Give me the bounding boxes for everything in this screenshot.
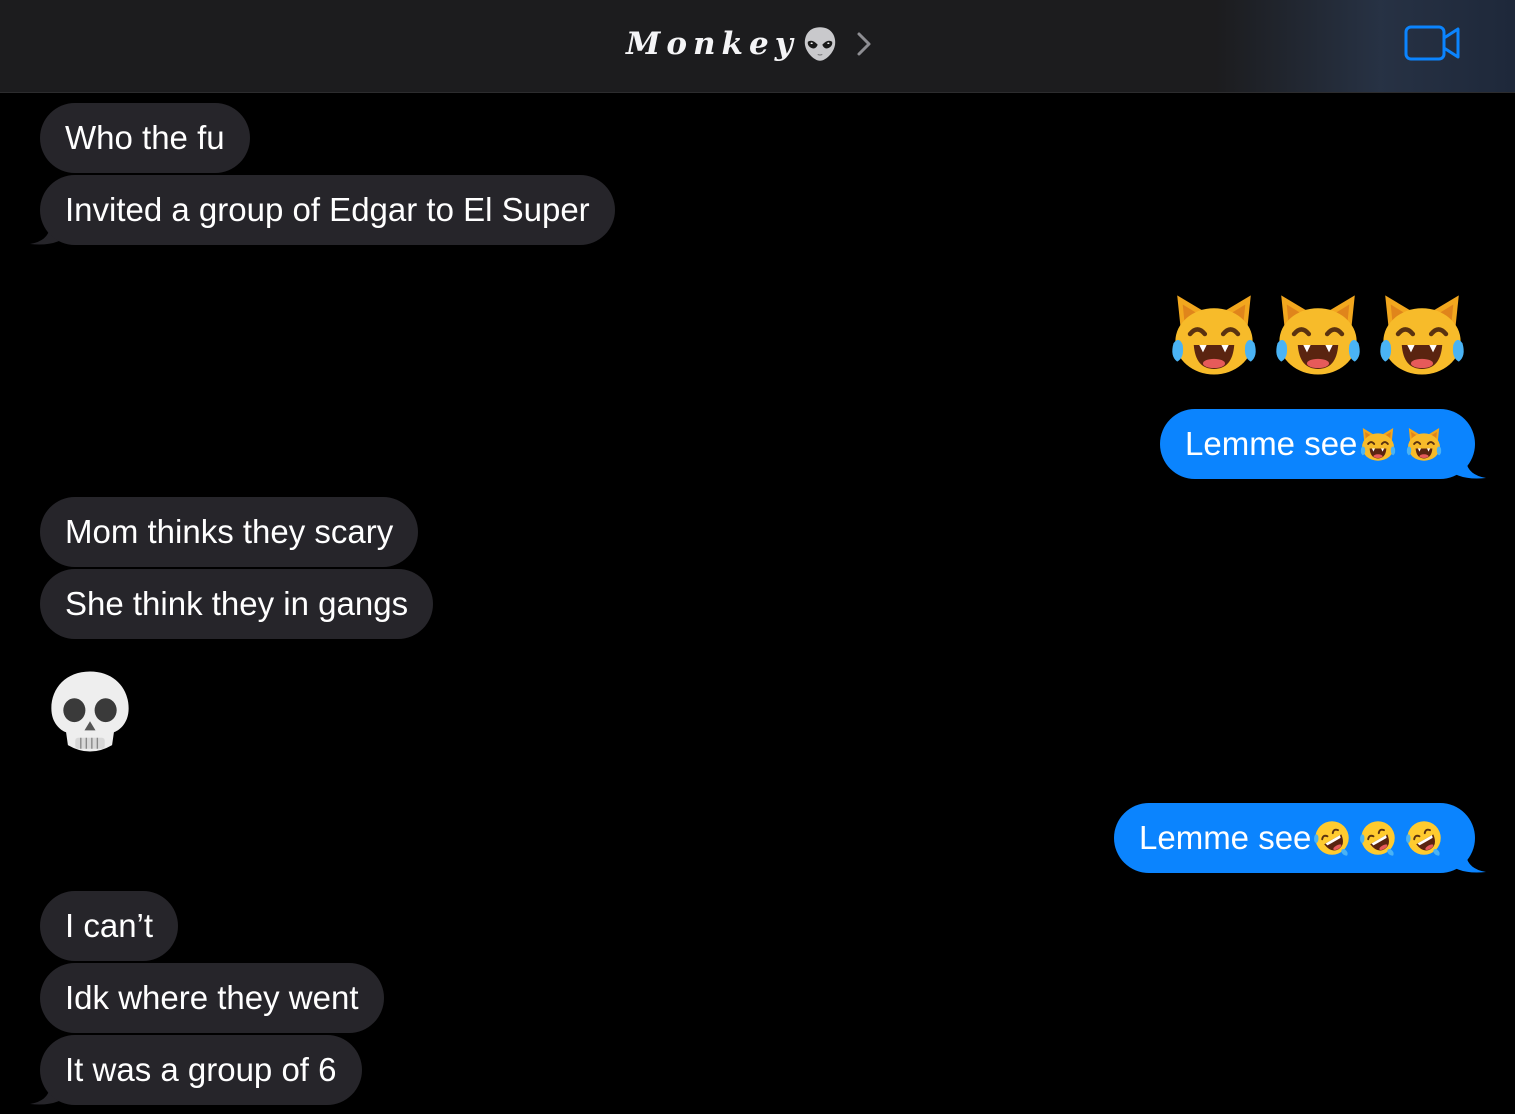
cat-tears-of-joy-emoji-icon [1376, 288, 1468, 380]
received-message-bubble[interactable]: Idk where they went [40, 963, 384, 1033]
received-message-bubble[interactable]: I can’t [40, 891, 179, 961]
cat-tears-of-joy-emoji-icon [1405, 425, 1443, 463]
cat-tears-of-joy-emoji-icon [1359, 425, 1397, 463]
alien-emoji-icon [801, 25, 839, 63]
contact-name-button[interactable]: Monkey [626, 22, 873, 66]
message-text: Who the fu [65, 119, 225, 156]
video-camera-icon[interactable] [1404, 24, 1462, 62]
message-text: She think they in gangs [65, 585, 409, 622]
sent-emoji-message[interactable] [1168, 288, 1473, 383]
message-text: I can’t [65, 907, 154, 944]
skull-emoji-icon[interactable] [44, 666, 136, 758]
rolling-on-floor-laughing-emoji-icon [1405, 819, 1443, 857]
conversation-header: Monkey [0, 0, 1515, 93]
message-text: Mom thinks they scary [65, 513, 394, 550]
cat-tears-of-joy-emoji-icon [1168, 288, 1260, 380]
message-text: Lemme see [1139, 819, 1312, 856]
received-message-bubble[interactable]: Mom thinks they scary [40, 497, 419, 567]
cat-tears-of-joy-emoji-icon [1272, 288, 1364, 380]
rolling-on-floor-laughing-emoji-icon [1313, 819, 1351, 857]
message-text: Invited a group of Edgar to El Super [65, 191, 590, 228]
chevron-right-icon [857, 32, 871, 56]
header-glow [1215, 0, 1515, 92]
rolling-on-floor-laughing-emoji-icon [1359, 819, 1397, 857]
message-text: It was a group of 6 [65, 1051, 337, 1088]
messages-screen: Monkey Who the fu Invited a group of Edg… [0, 0, 1515, 1114]
received-message-bubble[interactable]: Who the fu [40, 103, 250, 173]
contact-name: Monkey [626, 26, 799, 62]
received-message-bubble[interactable]: It was a group of 6 [40, 1035, 362, 1105]
sent-message-bubble[interactable]: Lemme see [1160, 409, 1475, 479]
message-text: Idk where they went [65, 979, 359, 1016]
received-message-bubble[interactable]: She think they in gangs [40, 569, 434, 639]
received-message-bubble[interactable]: Invited a group of Edgar to El Super [40, 175, 615, 245]
sent-message-bubble[interactable]: Lemme see [1114, 803, 1475, 873]
message-text: Lemme see [1185, 425, 1358, 462]
